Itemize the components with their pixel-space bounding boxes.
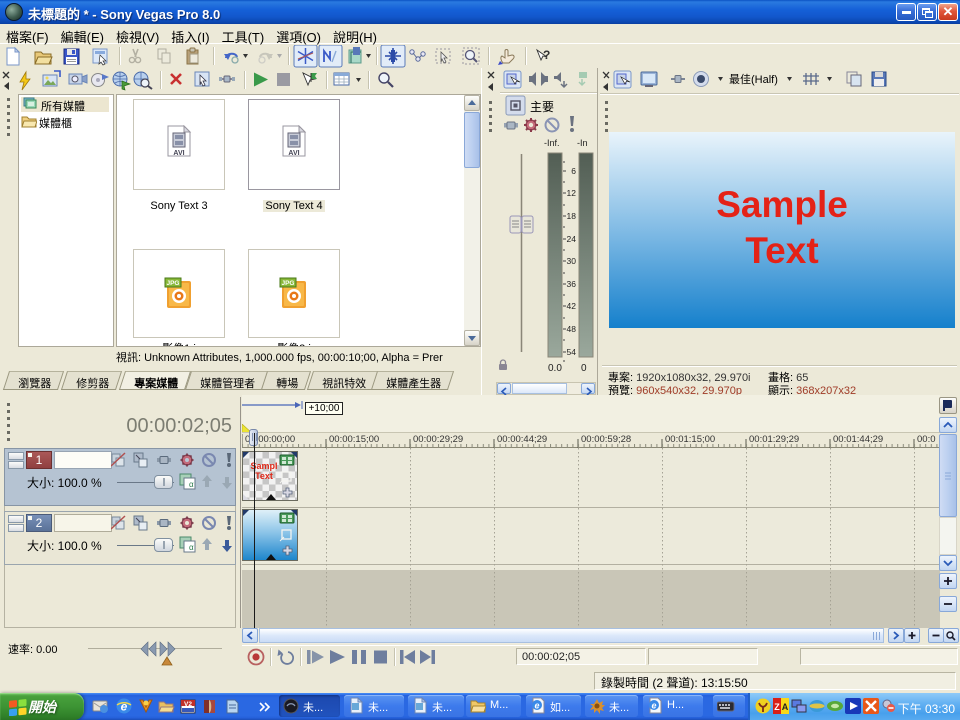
svg-text:e: e bbox=[121, 700, 128, 714]
svg-text:V2: V2 bbox=[184, 701, 192, 708]
svg-text:最佳(Half): 最佳(Half) bbox=[729, 72, 778, 86]
svg-text:6: 6 bbox=[571, 166, 576, 176]
svg-text:48: 48 bbox=[567, 324, 577, 334]
svg-text:AVI: AVI bbox=[173, 150, 184, 157]
svg-text:JPG: JPG bbox=[281, 280, 294, 287]
svg-text:18: 18 bbox=[567, 211, 577, 221]
svg-text:00:00:29;29: 00:00:29;29 bbox=[413, 434, 463, 445]
svg-text:0: 0 bbox=[581, 363, 587, 374]
svg-text:30: 30 bbox=[567, 256, 577, 266]
svg-text:54: 54 bbox=[567, 347, 577, 357]
svg-text:-In: -In bbox=[577, 138, 588, 148]
svg-text:00:00:15;00: 00:00:15;00 bbox=[329, 434, 379, 445]
svg-text:-Inf.: -Inf. bbox=[544, 138, 560, 148]
svg-text:42: 42 bbox=[567, 301, 577, 311]
svg-text:0.0: 0.0 bbox=[548, 363, 562, 374]
svg-text:A: A bbox=[782, 702, 789, 712]
svg-text:α: α bbox=[189, 543, 194, 552]
svg-text:24: 24 bbox=[567, 234, 577, 244]
svg-text:JPG: JPG bbox=[166, 280, 179, 287]
svg-text:00:00:44;29: 00:00:44;29 bbox=[497, 434, 547, 445]
svg-text:36: 36 bbox=[567, 279, 577, 289]
svg-text:e: e bbox=[534, 701, 539, 711]
svg-text:e: e bbox=[651, 701, 656, 711]
svg-text:00:00:59;28: 00:00:59;28 bbox=[581, 434, 631, 445]
svg-text:12: 12 bbox=[567, 188, 577, 198]
svg-text:主要: 主要 bbox=[530, 100, 554, 114]
svg-text:Z: Z bbox=[774, 702, 780, 712]
svg-text:?: ? bbox=[543, 48, 550, 62]
svg-text:α: α bbox=[189, 480, 194, 489]
svg-text:00:01:15;00: 00:01:15;00 bbox=[665, 434, 715, 445]
svg-text:00:01:44;29: 00:01:44;29 bbox=[833, 434, 883, 445]
svg-text:00:01:29;29: 00:01:29;29 bbox=[749, 434, 799, 445]
svg-text:AVI: AVI bbox=[288, 150, 299, 157]
svg-text:00:0: 00:0 bbox=[917, 434, 936, 445]
